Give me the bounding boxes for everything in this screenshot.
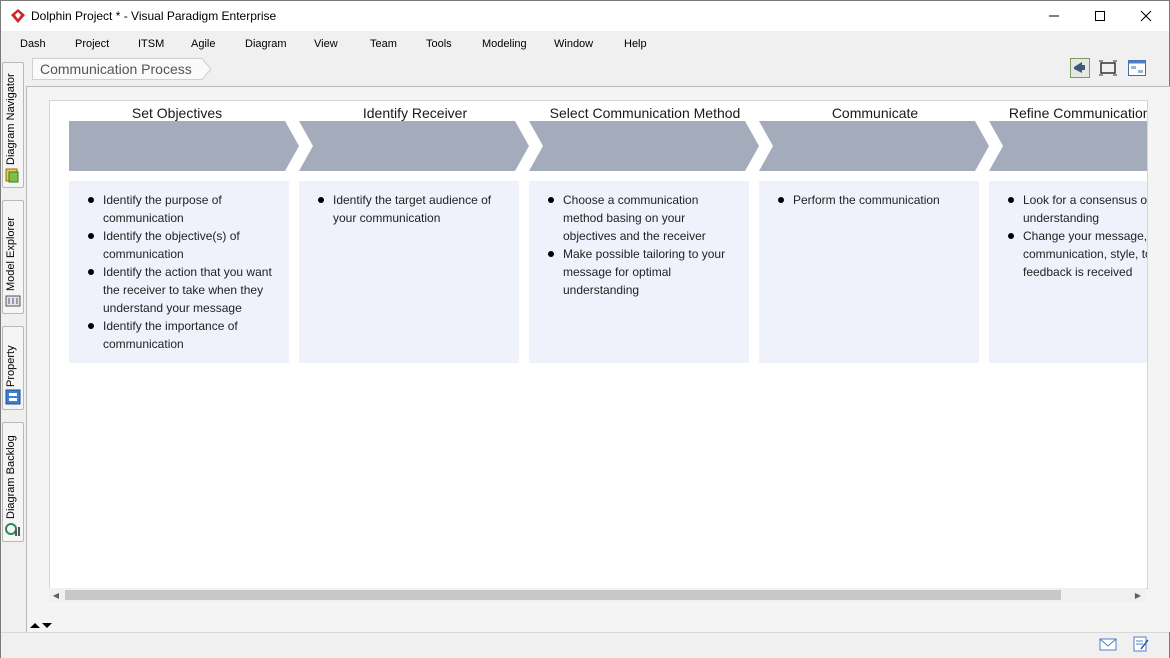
menu-project[interactable]: Project xyxy=(75,38,109,50)
notes-icon[interactable] xyxy=(1132,636,1150,652)
side-tab-label: Property xyxy=(5,345,17,387)
menu-tools[interactable]: Tools xyxy=(426,38,452,50)
step-item: Perform the communication xyxy=(778,191,971,209)
menu-dash[interactable]: Dash xyxy=(20,38,46,50)
side-tab-property[interactable]: Property xyxy=(2,326,24,410)
step-item: Identify the importance of communication xyxy=(88,317,281,353)
step-title: Refine Communication Method xyxy=(1008,105,1148,121)
step-card[interactable]: Perform the communication xyxy=(759,181,979,363)
step-item: Make possible tailoring to your message … xyxy=(548,245,741,299)
mail-icon[interactable] xyxy=(1099,636,1117,652)
close-button[interactable] xyxy=(1123,1,1169,31)
title-bar: Dolphin Project * - Visual Paradigm Ente… xyxy=(1,1,1169,31)
visual-paradigm-logo-icon xyxy=(11,9,25,23)
step-card[interactable]: Identify the target audience of your com… xyxy=(299,181,519,363)
step-title: Set Objectives xyxy=(131,105,223,121)
step-card[interactable]: Choose a communication method basing on … xyxy=(529,181,749,363)
diagram-canvas[interactable]: Set Objectives Identify the purpose of c… xyxy=(49,100,1148,589)
step-chevron[interactable] xyxy=(989,121,1148,171)
diagram-backlog-icon xyxy=(5,523,20,536)
fit-diagram-icon[interactable] xyxy=(1098,58,1118,78)
breadcrumb-label: Communication Process xyxy=(40,61,192,77)
side-tab-label: Model Explorer xyxy=(5,217,17,291)
property-icon xyxy=(5,389,21,405)
step-item: Look for a consensus of understanding xyxy=(1008,191,1147,227)
step-item: Identify the target audience of your com… xyxy=(318,191,511,227)
scroll-right-arrow-icon[interactable]: ▶ xyxy=(1131,588,1145,602)
step-card[interactable]: Look for a consensus of understanding Ch… xyxy=(989,181,1147,363)
step-chevron[interactable] xyxy=(529,121,759,171)
side-tab-label: Diagram Navigator xyxy=(5,73,17,165)
collapse-panel-icon[interactable] xyxy=(30,620,54,630)
step-title: Identify Receiver xyxy=(362,105,468,121)
step-item: Choose a communication method basing on … xyxy=(548,191,741,245)
step-chevron[interactable] xyxy=(759,121,989,171)
close-icon xyxy=(1140,10,1152,22)
menu-help[interactable]: Help xyxy=(624,38,647,50)
menu-diagram[interactable]: Diagram xyxy=(245,38,287,50)
menu-window[interactable]: Window xyxy=(554,38,593,50)
menu-bar: Dash Project ITSM Agile Diagram View Tea… xyxy=(1,33,1169,55)
step-title: Select Communication Method xyxy=(549,105,741,121)
side-tab-diagram-navigator[interactable]: Diagram Navigator xyxy=(2,62,24,188)
side-tab-model-explorer[interactable]: Model Explorer xyxy=(2,200,24,314)
side-tab-label: Diagram Backlog xyxy=(5,435,17,519)
minimize-icon xyxy=(1049,15,1059,17)
status-bar xyxy=(1,632,1169,658)
maximize-button[interactable] xyxy=(1077,1,1123,31)
diagram-layout-icon[interactable] xyxy=(1127,58,1147,78)
side-tab-diagram-backlog[interactable]: Diagram Backlog xyxy=(2,422,24,542)
menu-modeling[interactable]: Modeling xyxy=(482,38,527,50)
step-chevron[interactable] xyxy=(299,121,529,171)
scrollbar-thumb[interactable] xyxy=(65,590,1061,600)
step-chevron[interactable] xyxy=(69,121,299,171)
menu-itsm[interactable]: ITSM xyxy=(138,38,164,50)
step-item: Identify the purpose of communication xyxy=(88,191,281,227)
maximize-icon xyxy=(1095,11,1105,21)
step-item: Identify the objective(s) of communicati… xyxy=(88,227,281,263)
minimize-button[interactable] xyxy=(1031,1,1077,31)
model-explorer-icon xyxy=(5,295,21,307)
step-item: Change your message, communication, styl… xyxy=(1008,227,1147,281)
menu-agile[interactable]: Agile xyxy=(191,38,215,50)
scroll-left-arrow-icon[interactable]: ◀ xyxy=(49,588,63,602)
window-title: Dolphin Project * - Visual Paradigm Ente… xyxy=(31,9,277,23)
step-item: Identify the action that you want the re… xyxy=(88,263,281,317)
horizontal-scrollbar[interactable]: ◀ ▶ xyxy=(49,588,1146,602)
step-card[interactable]: Identify the purpose of communication Id… xyxy=(69,181,289,363)
menu-view[interactable]: View xyxy=(314,38,338,50)
announce-icon[interactable] xyxy=(1070,58,1090,78)
menu-team[interactable]: Team xyxy=(370,38,397,50)
diagram-navigator-icon xyxy=(5,168,19,183)
step-title: Communicate xyxy=(831,105,919,121)
